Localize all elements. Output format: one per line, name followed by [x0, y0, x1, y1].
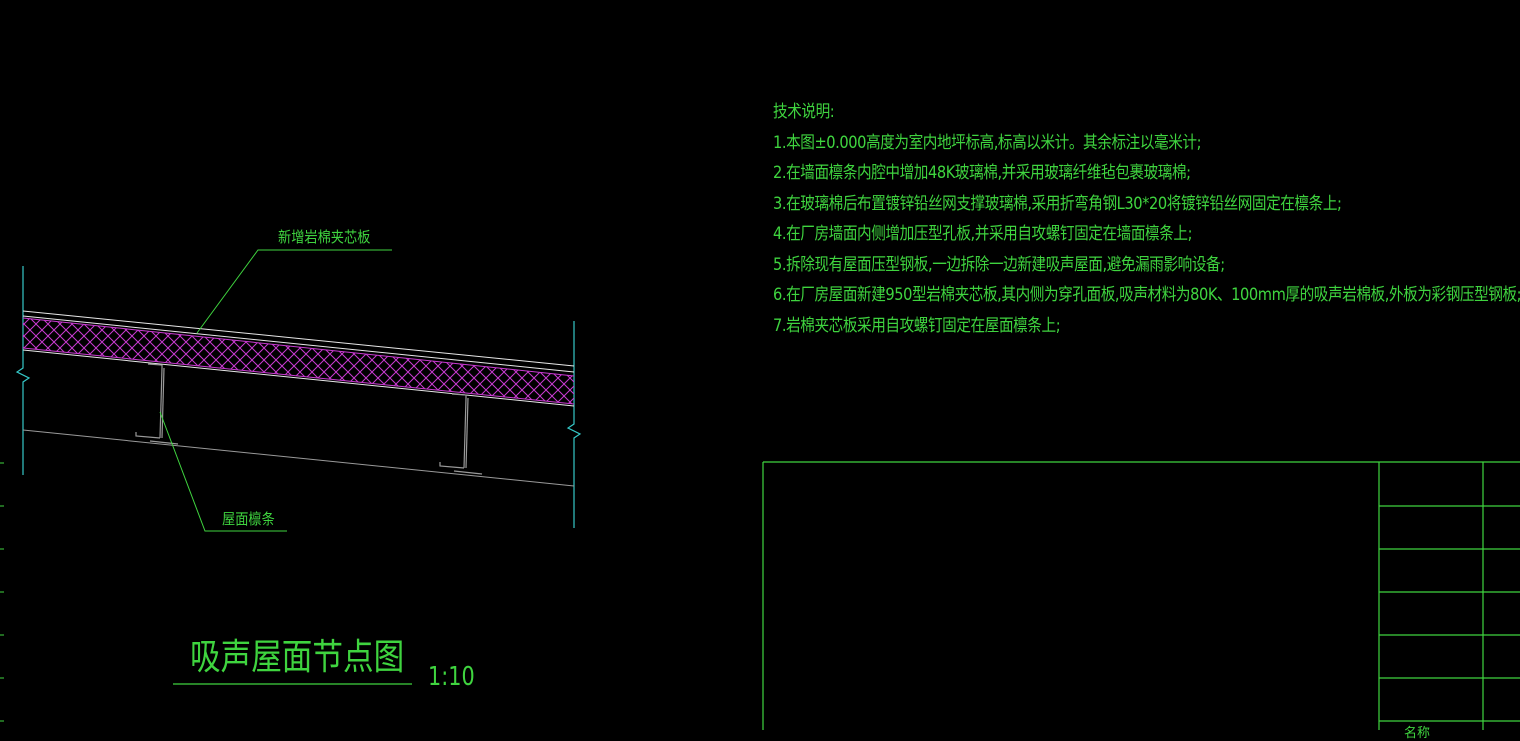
note-item-1: 1.本图±0.000高度为室内地坪标高,标高以米计。其余标注以毫米计; [773, 132, 1202, 153]
purlin-right [439, 393, 483, 475]
note-item-3: 3.在玻璃棉后布置镀锌铅丝网支撑玻璃棉,采用折弯角钢L30*20将镀锌铅丝网固定… [773, 193, 1342, 214]
label-new-rockwool-panel: 新增岩棉夹芯板 [278, 228, 371, 246]
label-roof-purlin: 屋面檩条 [222, 510, 275, 528]
right-break-line [566, 321, 582, 528]
rock-wool-core [23, 318, 574, 404]
note-item-5: 5.拆除现有屋面压型钢板,一边拆除一边新建吸声屋面,避免漏雨影响设备; [773, 254, 1225, 275]
technical-notes: 技术说明: 1.本图±0.000高度为室内地坪标高,标高以米计。其余标注以毫米计… [773, 97, 1520, 341]
note-item-6: 6.在厂房屋面新建950型岩棉夹芯板,其内侧为穿孔面板,吸声材料为80K、100… [773, 285, 1520, 305]
leader-panel [196, 249, 392, 334]
note-item-7: 7.岩棉夹芯板采用自攻螺钉固定在屋面檩条上; [773, 315, 1061, 336]
drawing-scale: 1:10 [428, 662, 475, 692]
title-block [762, 461, 1520, 730]
title-block-name-text: 名称 [1404, 726, 1431, 741]
lower-line [22, 429, 575, 487]
drawing-title: 吸声屋面节点图 [190, 637, 405, 678]
left-break-line [15, 266, 31, 475]
notes-heading: 技术说明: [773, 102, 835, 122]
note-item-2: 2.在墙面檩条内腔中增加48K玻璃棉,并采用玻璃纤维毡包裹玻璃棉; [773, 163, 1191, 183]
left-edge-ticks [0, 462, 4, 722]
sandwich-panel [22, 310, 575, 407]
purlin-left [135, 363, 179, 445]
note-item-4: 4.在厂房墙面内侧增加压型孔板,并采用自攻螺钉固定在墙面檩条上; [773, 224, 1193, 244]
